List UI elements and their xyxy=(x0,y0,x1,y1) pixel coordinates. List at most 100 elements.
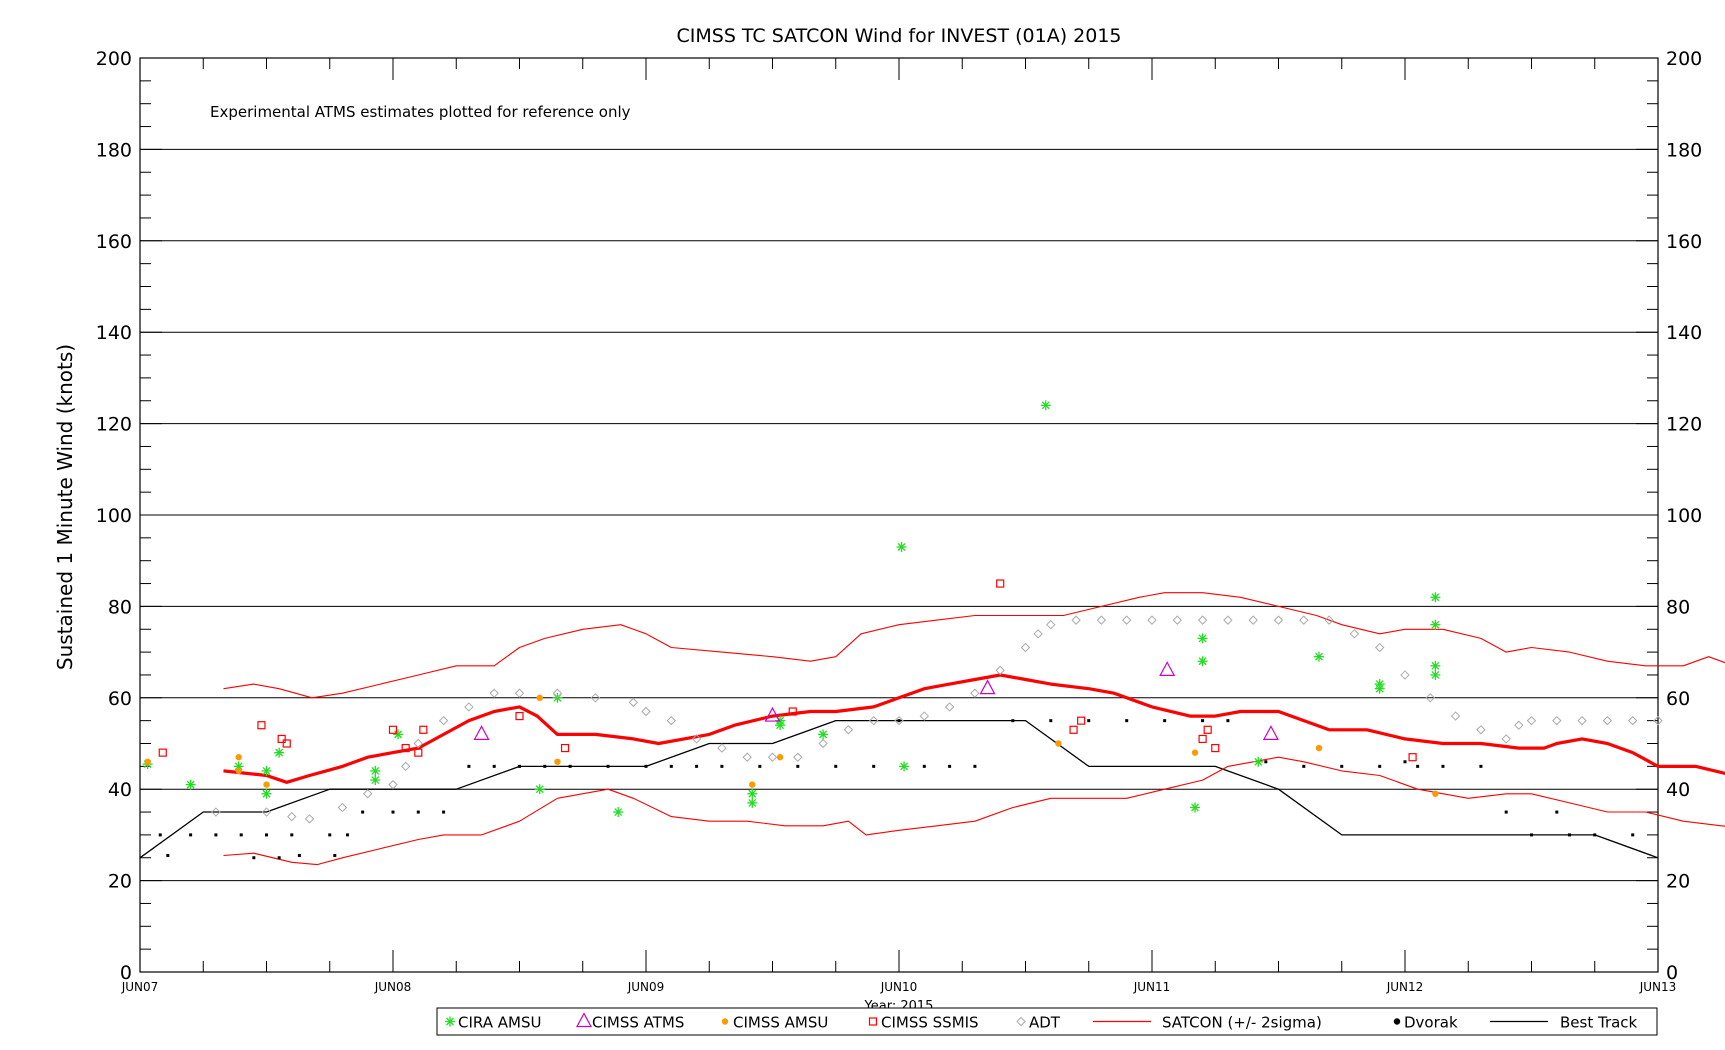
cira-amsu-point xyxy=(1190,802,1201,813)
dvorak-point xyxy=(277,856,281,860)
y-tick-label-left: 40 xyxy=(108,779,132,801)
cira-amsu-point xyxy=(899,761,910,772)
y-tick-label-right: 140 xyxy=(1666,322,1702,344)
dvorak-point xyxy=(1087,719,1091,723)
adt-point xyxy=(1476,725,1486,735)
legend-cimss-amsu-label: CIMSS AMSU xyxy=(733,1014,828,1032)
dvorak-point xyxy=(158,833,162,837)
adt-point xyxy=(1627,715,1638,726)
dvorak-point xyxy=(1441,764,1445,768)
cimss-amsu-point xyxy=(263,781,270,788)
adt-point xyxy=(1020,642,1031,653)
cimss-ssmis-point xyxy=(1408,753,1417,762)
adt-point xyxy=(843,725,854,735)
adt-point xyxy=(1248,615,1258,625)
dvorak-point xyxy=(1163,719,1167,723)
cimss-ssmis-point xyxy=(1203,725,1212,734)
adt-point xyxy=(1501,734,1511,744)
dvorak-point xyxy=(1403,760,1407,764)
cimss-ssmis-point xyxy=(996,579,1005,588)
cira-amsu-point xyxy=(613,807,624,818)
dvorak-point xyxy=(328,833,332,837)
dvorak-point xyxy=(189,833,193,837)
legend-cira-amsu-label: CIRA AMSU xyxy=(458,1014,541,1032)
cimss-amsu-point xyxy=(1315,744,1323,752)
adt-point xyxy=(464,702,474,712)
adt-point xyxy=(818,738,828,749)
adt-point xyxy=(514,688,525,698)
cimss-ssmis-point xyxy=(1069,725,1078,734)
adt-point xyxy=(388,779,398,790)
dvorak-point xyxy=(391,810,395,814)
adt-point xyxy=(1273,615,1284,625)
dvorak-point xyxy=(1567,833,1571,837)
dvorak-point xyxy=(606,764,610,768)
dvorak-point xyxy=(796,764,800,768)
y-tick-label-right: 200 xyxy=(1666,48,1702,70)
y-tick-label-right: 80 xyxy=(1666,596,1690,618)
adt-point xyxy=(1349,629,1360,639)
x-tick-label: JUN10 xyxy=(880,980,918,994)
y-tick-label-right: 180 xyxy=(1666,139,1702,161)
dvorak-point xyxy=(644,764,648,768)
cimss-amsu-point xyxy=(554,758,561,765)
dvorak-point xyxy=(720,764,724,768)
cira-amsu-point xyxy=(1430,619,1441,630)
adt-point xyxy=(1602,715,1613,726)
dvorak-point xyxy=(333,853,337,857)
adt-point xyxy=(666,715,677,726)
adt-point xyxy=(1514,720,1524,730)
cimss-amsu-point xyxy=(1055,740,1062,747)
adt-point xyxy=(1450,711,1461,721)
cimss-atms-point xyxy=(473,725,490,740)
cimss-amsu-point xyxy=(1432,790,1439,797)
data-series xyxy=(139,400,1725,866)
satcon-wind-chart: CIMSS TC SATCON Wind for INVEST (01A) 20… xyxy=(53,25,1725,1036)
cira-amsu-point xyxy=(818,729,829,740)
dvorak-point xyxy=(568,764,572,768)
cira-amsu-point xyxy=(747,788,758,799)
satcon-lower-2sigma-line xyxy=(223,756,1725,866)
dvorak-point xyxy=(1555,810,1559,814)
x-tick-label: JUN13 xyxy=(1639,980,1677,994)
adt-point xyxy=(337,802,348,813)
dvorak-point xyxy=(442,810,446,814)
cimss-amsu-point xyxy=(776,754,784,761)
gridlines xyxy=(140,148,1658,882)
dvorak-point xyxy=(1049,719,1053,723)
adt-point xyxy=(362,789,373,799)
cimss-ssmis-point xyxy=(277,734,286,744)
dvorak-point xyxy=(290,833,294,837)
cimss-amsu-point xyxy=(235,754,242,761)
y-tick-label-right: 20 xyxy=(1666,871,1690,893)
legend-cira-amsu-swatch xyxy=(445,1016,455,1027)
adt-point xyxy=(742,752,752,762)
dvorak-point xyxy=(1593,833,1597,837)
dvorak-point xyxy=(1416,764,1420,768)
dvorak-point xyxy=(214,833,218,837)
satcon-upper-2sigma-line xyxy=(223,592,1725,699)
x-tick-label: JUN08 xyxy=(374,980,412,994)
adt-point xyxy=(400,761,411,772)
cimss-atms-point xyxy=(1262,725,1279,740)
cimss-amsu-point xyxy=(144,758,151,765)
adt-point xyxy=(1096,615,1107,625)
adt-point xyxy=(641,706,651,717)
cira-amsu-point xyxy=(370,765,381,776)
cira-amsu-point xyxy=(1197,633,1208,644)
cira-amsu-point xyxy=(1430,660,1441,671)
y-tick-label-right: 40 xyxy=(1666,779,1690,801)
adt-point xyxy=(1223,615,1233,625)
adt-point xyxy=(793,752,803,762)
cira-amsu-point xyxy=(534,784,545,795)
x-tick-label: JUN11 xyxy=(1133,980,1171,994)
adt-point xyxy=(1374,642,1385,653)
dvorak-point xyxy=(361,810,365,814)
cimss-ssmis-point xyxy=(158,748,167,757)
cira-amsu-point xyxy=(261,788,272,799)
y-tick-label-left: 100 xyxy=(96,505,132,527)
legend-satcon-2sigma-label: SATCON (+/- 2sigma) xyxy=(1162,1014,1322,1032)
dvorak-point xyxy=(166,853,170,857)
cira-amsu-point xyxy=(896,541,907,552)
cimss-ssmis-point xyxy=(257,721,266,730)
